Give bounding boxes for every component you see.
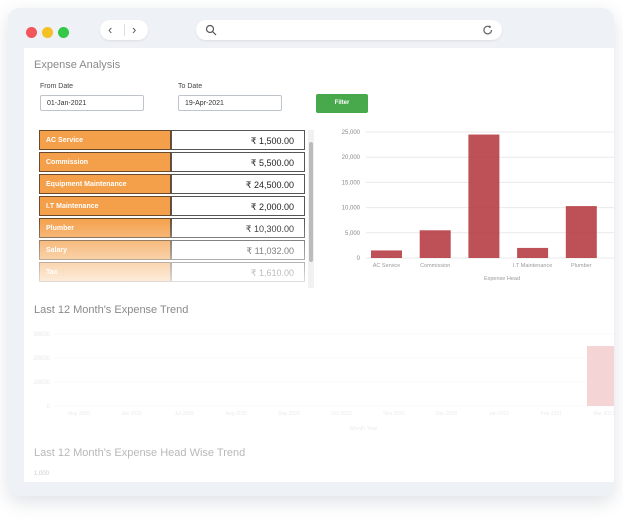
expense-head-cell: I.T Maintenance [39,196,171,216]
expense-amount-cell: ₹ 1,500.00 [171,130,305,150]
forward-icon[interactable]: › [132,22,136,37]
y-tick-label: 5,000 [345,231,361,237]
bar [468,134,500,258]
expense-head-cell: AC Service [39,130,171,150]
trend-fade [24,318,614,433]
x-tick-label: Plumber [571,263,592,269]
from-date-input[interactable]: 01-Jan-2021 [40,95,144,111]
table-row[interactable]: Commission ₹ 5,500.00 [39,152,307,174]
table-fade [39,218,307,290]
table-row[interactable]: AC Service ₹ 1,500.00 [39,130,307,152]
table-row[interactable]: Equipment Maintenance ₹ 24,500.00 [39,174,307,196]
reload-icon[interactable] [482,24,494,36]
browser-toolbar: ‹ › [10,10,614,48]
scrollbar-thumb[interactable] [309,142,313,262]
x-axis-label: Expense Head [484,276,520,282]
x-tick-label: Commission [420,263,450,269]
to-date-label: To Date [178,83,203,90]
y-tick-label: 10,000 [342,206,361,212]
filter-button[interactable]: Filter [316,94,368,113]
expense-head-cell: Equipment Maintenance [39,174,171,194]
search-icon [205,24,217,36]
expense-trend-title: Last 12 Month's Expense Trend [34,304,189,316]
nav-divider [124,24,125,36]
bar [565,206,597,258]
from-date-label: From Date [40,83,74,90]
bar [371,250,402,258]
bottom-tick-label: 1,000 [34,471,50,477]
bar [419,230,451,258]
address-bar[interactable] [196,20,502,40]
to-date-input[interactable]: 19-Apr-2021 [178,95,282,111]
browser-window: ‹ › Expense Analysis From Date 01-Jan-20… [10,10,614,488]
expense-amount-cell: ₹ 5,500.00 [171,152,305,172]
expense-amount-cell: ₹ 24,500.00 [171,174,305,194]
bar [517,247,549,258]
y-tick-label: 15,000 [342,180,361,186]
minimize-dot[interactable] [42,27,53,38]
y-tick-label: 0 [357,256,361,262]
page-title: Expense Analysis [34,59,121,71]
expense-head-cell: Commission [39,152,171,172]
back-icon[interactable]: ‹ [108,22,112,37]
page-content: Expense Analysis From Date 01-Jan-2021 T… [24,48,614,482]
table-row[interactable]: I.T Maintenance ₹ 2,000.00 [39,196,307,218]
expense-head-chart: 25,000 20,000 15,000 10,000 5,000 0 AC Service… [342,130,614,282]
nav-buttons: ‹ › [100,20,148,40]
y-tick-label: 25,000 [342,130,361,136]
close-dot[interactable] [26,27,37,38]
x-tick-label: AC Service [373,263,401,269]
expense-amount-cell: ₹ 2,000.00 [171,196,305,216]
maximize-dot[interactable] [58,27,69,38]
head-wise-trend-title: Last 12 Month's Expense Head Wise Trend [34,447,246,459]
x-tick-label: I.T Maintenance [513,263,552,269]
y-tick-label: 20,000 [342,155,361,161]
